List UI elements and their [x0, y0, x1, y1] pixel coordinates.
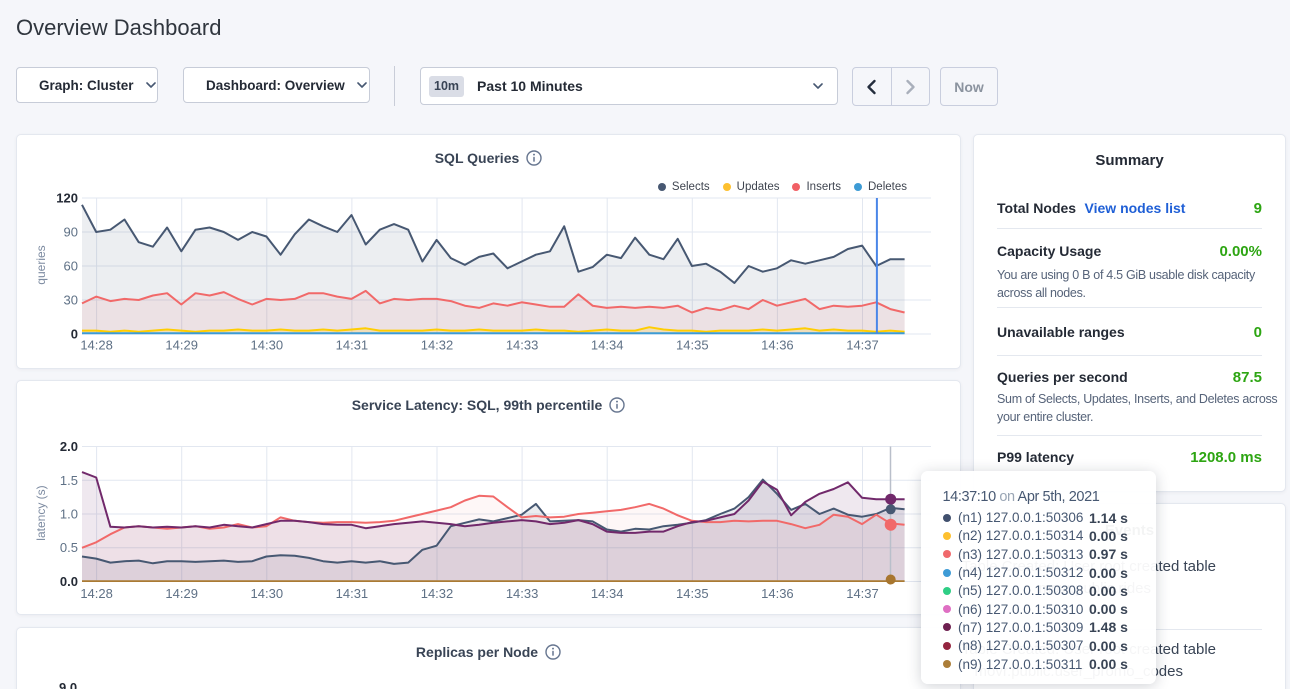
svg-text:120: 120 — [56, 191, 78, 206]
svg-text:0.5: 0.5 — [60, 540, 78, 555]
svg-text:14:29: 14:29 — [165, 338, 198, 353]
svg-text:14:35: 14:35 — [676, 338, 709, 353]
svg-text:14:31: 14:31 — [336, 338, 369, 353]
svg-text:14:34: 14:34 — [591, 586, 624, 601]
svg-text:90: 90 — [64, 225, 78, 240]
svg-text:14:33: 14:33 — [506, 338, 539, 353]
svg-text:14:32: 14:32 — [421, 586, 454, 601]
svg-text:14:28: 14:28 — [80, 586, 113, 601]
svg-text:14:36: 14:36 — [761, 586, 794, 601]
svg-text:14:35: 14:35 — [676, 586, 709, 601]
svg-text:60: 60 — [64, 259, 78, 274]
svg-text:14:37: 14:37 — [846, 338, 879, 353]
svg-text:14:37: 14:37 — [846, 586, 879, 601]
svg-text:1.0: 1.0 — [60, 507, 78, 522]
svg-text:14:33: 14:33 — [506, 586, 539, 601]
svg-text:14:29: 14:29 — [165, 586, 198, 601]
svg-text:14:30: 14:30 — [251, 338, 284, 353]
svg-text:0.0: 0.0 — [60, 574, 78, 589]
svg-text:14:30: 14:30 — [251, 586, 284, 601]
svg-text:14:28: 14:28 — [80, 338, 113, 353]
svg-text:14:32: 14:32 — [421, 338, 454, 353]
svg-text:2.0: 2.0 — [60, 439, 78, 454]
svg-text:0: 0 — [71, 327, 78, 342]
svg-text:30: 30 — [64, 293, 78, 308]
svg-text:14:36: 14:36 — [761, 338, 794, 353]
svg-text:1.5: 1.5 — [60, 473, 78, 488]
svg-text:14:34: 14:34 — [591, 338, 624, 353]
svg-text:14:31: 14:31 — [336, 586, 369, 601]
